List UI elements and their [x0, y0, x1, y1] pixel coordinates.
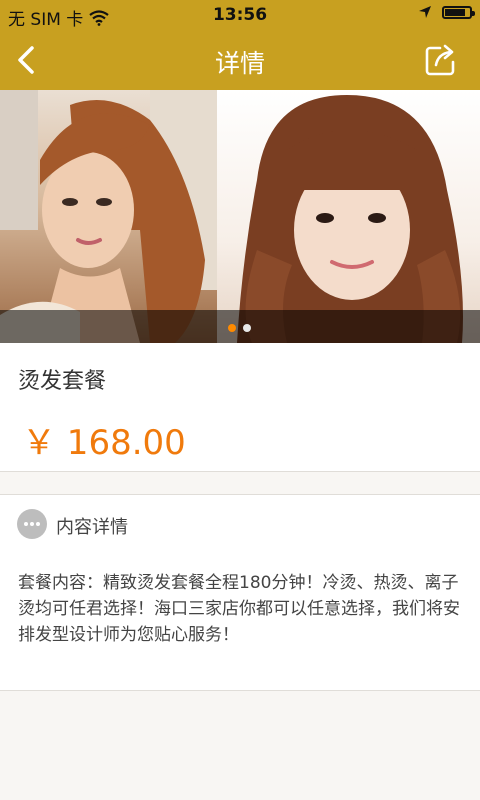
product-price: ￥ 168.00	[22, 423, 186, 463]
location-arrow-icon	[419, 6, 431, 18]
page-title: 详情	[214, 49, 265, 78]
carousel-dot-active[interactable]	[228, 324, 236, 332]
detail-content: 套餐内容：精致烫发套餐全程180分钟！冷烫、热烫、离子烫均可任君选择！海口三家店…	[0, 552, 480, 691]
share-icon[interactable]	[422, 40, 462, 80]
status-right	[418, 5, 475, 19]
detail-section-header: 内容详情	[0, 494, 480, 553]
detail-section-label: 内容详情	[56, 517, 128, 538]
battery-fill	[445, 8, 465, 16]
carousel-indicator-bar	[0, 310, 480, 343]
model-portrait-left	[0, 90, 217, 343]
more-dots-icon	[17, 509, 47, 539]
product-name: 烫发套餐	[18, 369, 107, 394]
model-portrait-right	[237, 95, 463, 343]
product-photo-right	[217, 90, 480, 343]
product-summary: 烫发套餐 ￥ 168.00	[0, 343, 480, 472]
image-carousel[interactable]	[0, 90, 480, 343]
battery-icon	[442, 5, 475, 19]
carousel-dot[interactable]	[243, 324, 251, 332]
product-photo-left	[0, 90, 217, 343]
status-time: 13:56	[212, 5, 268, 25]
detail-text: 套餐内容：精致烫发套餐全程180分钟！冷烫、热烫、离子烫均可任君选择！海口三家店…	[18, 573, 460, 645]
status-bar: 无 SIM 卡 13:56	[0, 0, 480, 30]
navigation-bar: 详情	[0, 30, 480, 90]
dots-glyph	[24, 522, 40, 526]
